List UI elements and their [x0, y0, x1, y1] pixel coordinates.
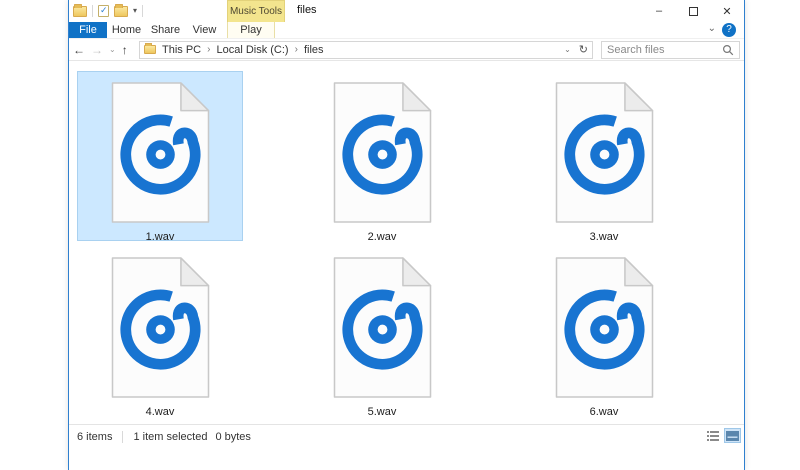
- tab-file[interactable]: File: [69, 22, 107, 38]
- view-toggles: [704, 428, 741, 443]
- ribbon-tab-row: File Home Share View Play ⌄ ?: [69, 22, 744, 39]
- address-bar: ← → ⌄ ↑ This PC › Local Disk (C:) › file…: [69, 39, 744, 61]
- file-name: 6.wav: [590, 406, 619, 418]
- window-controls: – ✕: [642, 0, 744, 22]
- search-box[interactable]: [601, 41, 740, 59]
- wav-file-icon: [329, 81, 436, 229]
- help-icon[interactable]: ?: [722, 23, 736, 37]
- breadcrumb-local-disk[interactable]: Local Disk (C:): [216, 44, 288, 56]
- file-item[interactable]: 3.wav: [521, 71, 687, 241]
- divider: [142, 5, 143, 17]
- details-view-button[interactable]: [704, 428, 721, 443]
- breadcrumb-this-pc[interactable]: This PC: [162, 44, 201, 56]
- wav-file-icon: [551, 81, 658, 229]
- tab-view[interactable]: View: [185, 22, 224, 38]
- breadcrumb-separator: ›: [207, 44, 210, 55]
- search-icon: [722, 44, 734, 56]
- wav-file-icon: [551, 256, 658, 404]
- file-name: 5.wav: [368, 406, 397, 418]
- tab-home[interactable]: Home: [107, 22, 146, 38]
- file-item[interactable]: 2.wav: [299, 71, 465, 241]
- breadcrumb[interactable]: This PC › Local Disk (C:) › files ⌄ ↻: [139, 41, 593, 59]
- breadcrumb-separator: ›: [295, 44, 298, 55]
- forward-icon: →: [91, 43, 103, 57]
- music-tools-contextual-header: Music Tools: [227, 0, 285, 22]
- selection-size: 0 bytes: [215, 431, 250, 443]
- qat-customize-caret-icon[interactable]: ▾: [133, 6, 137, 16]
- thumbnail-view-button[interactable]: [724, 428, 741, 443]
- file-item[interactable]: 6.wav: [521, 246, 687, 416]
- tab-play[interactable]: Play: [227, 22, 275, 38]
- file-name: 3.wav: [590, 231, 619, 243]
- refresh-icon[interactable]: ↻: [579, 43, 588, 56]
- breadcrumb-files[interactable]: files: [304, 44, 324, 56]
- search-input[interactable]: [607, 44, 722, 56]
- close-button[interactable]: ✕: [710, 0, 744, 22]
- up-icon[interactable]: ↑: [122, 43, 128, 57]
- file-item[interactable]: 4.wav: [77, 246, 243, 416]
- file-item[interactable]: 5.wav: [299, 246, 465, 416]
- wav-file-icon: [329, 256, 436, 404]
- explorer-app-icon: [73, 6, 87, 17]
- new-folder-icon[interactable]: [114, 6, 128, 17]
- divider: [92, 5, 93, 17]
- items-count: 6 items: [77, 431, 112, 443]
- tab-share[interactable]: Share: [146, 22, 185, 38]
- breadcrumb-folder-icon: [144, 45, 156, 54]
- title-bar: ▾ Music Tools files – ✕: [69, 0, 744, 22]
- maximize-button[interactable]: [676, 0, 710, 22]
- quick-access-toolbar: ▾: [73, 2, 143, 20]
- recent-locations-caret-icon[interactable]: ⌄: [109, 45, 116, 54]
- divider: [122, 431, 123, 443]
- back-icon[interactable]: ←: [73, 43, 85, 57]
- file-name: 2.wav: [368, 231, 397, 243]
- selection-status: 1 item selected: [133, 431, 207, 443]
- file-name: 1.wav: [146, 231, 175, 243]
- wav-file-icon: [107, 81, 214, 229]
- file-name: 4.wav: [146, 406, 175, 418]
- navigation-buttons: ← → ⌄ ↑: [73, 43, 139, 57]
- status-bar: 6 items 1 item selected 0 bytes: [69, 424, 744, 448]
- maximize-icon: [689, 7, 698, 16]
- file-grid: 1.wav 2.wav 3.wav: [69, 61, 744, 425]
- wav-file-icon: [107, 256, 214, 404]
- expand-ribbon-caret-icon[interactable]: ⌄: [708, 23, 716, 34]
- details-view-icon: [707, 431, 719, 441]
- address-dropdown-caret-icon[interactable]: ⌄: [564, 45, 571, 54]
- explorer-window: ▾ Music Tools files – ✕ File Home Share …: [68, 0, 745, 470]
- minimize-button[interactable]: –: [642, 0, 676, 22]
- window-title: files: [297, 4, 317, 16]
- properties-icon[interactable]: [98, 5, 109, 17]
- file-item[interactable]: 1.wav: [77, 71, 243, 241]
- thumbnail-view-icon: [726, 431, 739, 441]
